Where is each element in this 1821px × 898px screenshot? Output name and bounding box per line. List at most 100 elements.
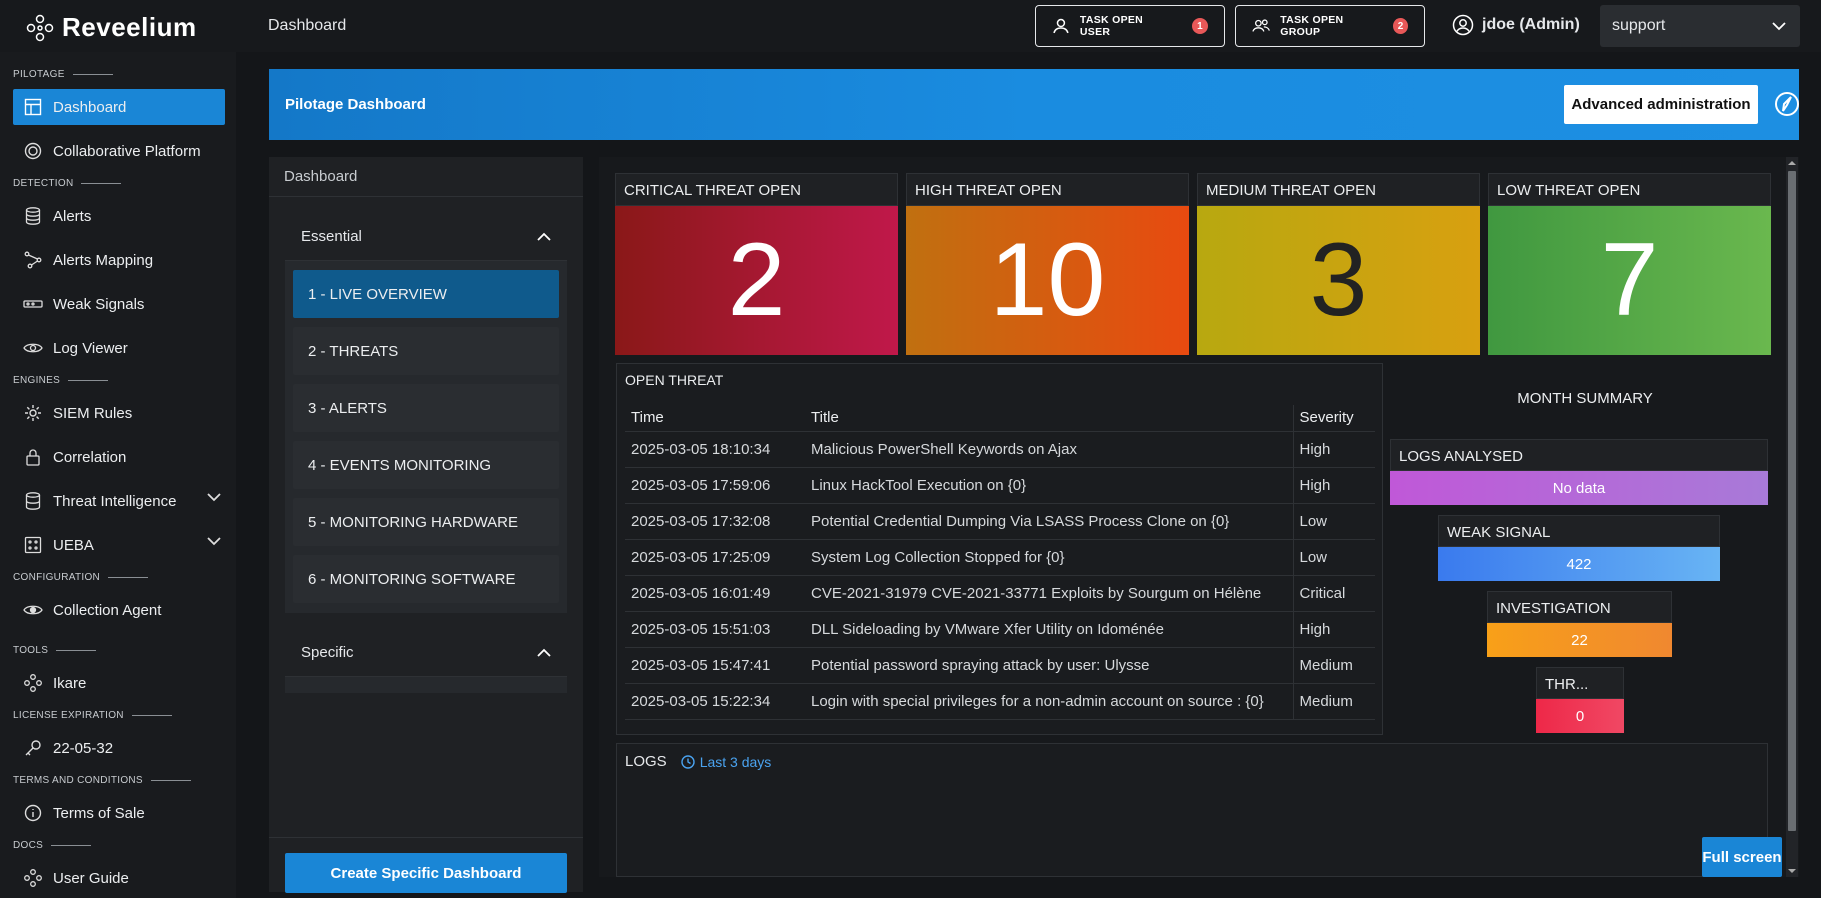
table-row[interactable]: 2025-03-05 15:47:41 Potential password sp…: [625, 647, 1375, 684]
funnel-value: 22: [1487, 623, 1672, 657]
sidebar-item-ikare[interactable]: Ikare: [13, 665, 225, 701]
kpi-value: 7: [1488, 206, 1771, 355]
task-open-user-count: 1: [1192, 18, 1208, 34]
scrollbar-thumb[interactable]: [1788, 171, 1796, 831]
license-date: 22-05-32: [53, 739, 114, 757]
scroll-up-icon[interactable]: [1788, 159, 1796, 167]
column-time[interactable]: Time: [625, 405, 805, 432]
task-open-user-button[interactable]: TASK OPEN USER 1: [1035, 5, 1225, 47]
table-row[interactable]: 2025-03-05 17:32:08 Potential Credential …: [625, 503, 1375, 540]
funnel-value: 422: [1438, 547, 1720, 581]
user-name: jdoe (Admin): [1482, 16, 1580, 33]
section-pilotage: PILOTAGE: [13, 69, 113, 80]
dashboard-item-threats[interactable]: 2 - THREATS: [293, 327, 559, 375]
sidebar-item-collaborative-platform[interactable]: Collaborative Platform: [13, 133, 225, 169]
sidebar-item-label: Ikare: [53, 674, 87, 692]
sidebar-item-label: Weak Signals: [53, 295, 145, 313]
cell-time: 2025-03-05 15:22:34: [625, 683, 805, 720]
sidebar-item-correlation[interactable]: Correlation: [13, 439, 225, 475]
dashboard-item-monitoring-hardware[interactable]: 5 - MONITORING HARDWARE: [293, 498, 559, 546]
logs-time-range-label: Last 3 days: [699, 753, 772, 770]
open-threat-title: OPEN THREAT: [625, 372, 724, 388]
funnel-value: 0: [1536, 699, 1624, 733]
database-icon: [23, 491, 43, 511]
user-icon: [1053, 18, 1069, 34]
table-row[interactable]: 2025-03-05 15:22:34 Login with special pr…: [625, 683, 1375, 720]
agent-eye-icon: [23, 600, 43, 620]
column-severity[interactable]: Severity: [1292, 405, 1375, 432]
kpi-critical-threat: CRITICAL THREAT OPEN 2: [615, 173, 898, 355]
sidebar-item-label: Threat Intelligence: [53, 492, 177, 510]
funnel-label: INVESTIGATION: [1487, 591, 1672, 623]
funnel-label: LOGS ANALYSED: [1390, 439, 1768, 471]
sidebar-item-collection-agent[interactable]: Collection Agent: [13, 592, 225, 628]
top-bar: Reveelium Dashboard TASK OPEN USER 1 TAS…: [0, 0, 1821, 52]
sidebar-item-terms-of-sale[interactable]: Terms of Sale: [13, 795, 225, 831]
cell-severity: Medium: [1292, 683, 1375, 720]
sidebar-item-log-viewer[interactable]: Log Viewer: [13, 330, 225, 366]
cell-time: 2025-03-05 17:32:08: [625, 503, 805, 540]
app-name: Reveelium: [62, 12, 197, 42]
dashboard-item-events-monitoring[interactable]: 4 - EVENTS MONITORING: [293, 441, 559, 489]
create-specific-dashboard-button[interactable]: Create Specific Dashboard: [285, 853, 567, 893]
sidebar-item-label: UEBA: [53, 536, 94, 554]
specific-accordion-header[interactable]: Specific: [285, 629, 567, 677]
sidebar-item-license-date: 22-05-32: [13, 730, 225, 766]
funnel-label: THR...: [1536, 667, 1624, 699]
cell-title: System Log Collection Stopped for {0}: [805, 539, 1293, 576]
sidebar-item-ueba[interactable]: UEBA: [13, 527, 225, 563]
sidebar-item-dashboard[interactable]: Dashboard: [13, 89, 225, 125]
tenant-select[interactable]: support: [1600, 5, 1800, 47]
ikare-icon: [23, 673, 43, 693]
table-row[interactable]: 2025-03-05 17:25:09 System Log Collection…: [625, 539, 1375, 576]
sidebar-item-alerts-mapping[interactable]: Alerts Mapping: [13, 242, 225, 278]
cell-title: Login with special privileges for a non-…: [805, 683, 1293, 720]
essential-accordion-header[interactable]: Essential: [285, 213, 567, 261]
table-row[interactable]: 2025-03-05 18:10:34 Malicious PowerShell …: [625, 431, 1375, 468]
logo-icon: [26, 14, 54, 41]
open-threat-table: Time Title Severity 2025-03-05 18:10:34 M…: [625, 405, 1375, 720]
sidebar-item-label: Correlation: [53, 448, 127, 466]
sidebar-item-user-guide[interactable]: User Guide: [13, 860, 225, 896]
cell-severity: Critical: [1292, 575, 1375, 612]
logs-time-range[interactable]: Last 3 days: [680, 753, 772, 770]
funnel-threat: THR... 0: [1536, 667, 1624, 733]
scroll-down-icon[interactable]: [1788, 867, 1796, 875]
sidebar-item-siem-rules[interactable]: SIEM Rules: [13, 395, 225, 431]
widgets-scrollbar[interactable]: [1786, 157, 1798, 877]
dashboard-panel-header: Dashboard: [269, 157, 583, 197]
advanced-administration-button[interactable]: Advanced administration: [1564, 85, 1758, 124]
cell-title: Malicious PowerShell Keywords on Ajax: [805, 431, 1293, 468]
sidebar-item-alerts[interactable]: Alerts: [13, 198, 225, 234]
task-open-user-label: TASK OPEN USER: [1079, 14, 1144, 38]
kpi-value: 10: [906, 206, 1189, 355]
sidebar-item-label: Terms of Sale: [53, 804, 145, 822]
user-menu[interactable]: jdoe (Admin): [1452, 14, 1580, 36]
sidebar-item-weak-signals[interactable]: Weak Signals: [13, 286, 225, 322]
collaborative-icon: [23, 141, 43, 161]
dashboard-item-live-overview[interactable]: 1 - LIVE OVERVIEW: [293, 270, 559, 318]
app-logo[interactable]: Reveelium: [26, 12, 197, 43]
funnel-investigation: INVESTIGATION 22: [1487, 591, 1672, 657]
cell-title: Potential password spraying attack by us…: [805, 647, 1293, 684]
table-row[interactable]: 2025-03-05 17:59:06 Linux HackTool Execut…: [625, 467, 1375, 504]
task-open-group-button[interactable]: TASK OPEN GROUP 2: [1235, 5, 1425, 47]
kpi-medium-threat: MEDIUM THREAT OPEN 3: [1197, 173, 1480, 355]
cell-title: Potential Credential Dumping Via LSASS P…: [805, 503, 1293, 540]
chevron-down-icon: [207, 537, 221, 546]
sidebar-item-label: Log Viewer: [53, 339, 128, 357]
column-title[interactable]: Title: [805, 405, 1293, 432]
specific-title: Specific: [301, 644, 354, 661]
eye-icon: [23, 338, 43, 358]
cell-time: 2025-03-05 16:01:49: [625, 575, 805, 612]
signal-icon: [23, 294, 43, 314]
full-screen-button[interactable]: Full screen: [1702, 837, 1782, 877]
compass-icon[interactable]: [1772, 89, 1802, 119]
sidebar-item-threat-intelligence[interactable]: Threat Intelligence: [13, 483, 225, 519]
table-row[interactable]: 2025-03-05 15:51:03 DLL Sideloading by VM…: [625, 611, 1375, 648]
dashboard-item-monitoring-software[interactable]: 6 - MONITORING SOFTWARE: [293, 555, 559, 603]
dashboard-item-alerts[interactable]: 3 - ALERTS: [293, 384, 559, 432]
chevron-down-icon: [207, 493, 221, 502]
table-row[interactable]: 2025-03-05 16:01:49 CVE-2021-31979 CVE-20…: [625, 575, 1375, 612]
sidebar-item-label: Alerts: [53, 207, 92, 225]
